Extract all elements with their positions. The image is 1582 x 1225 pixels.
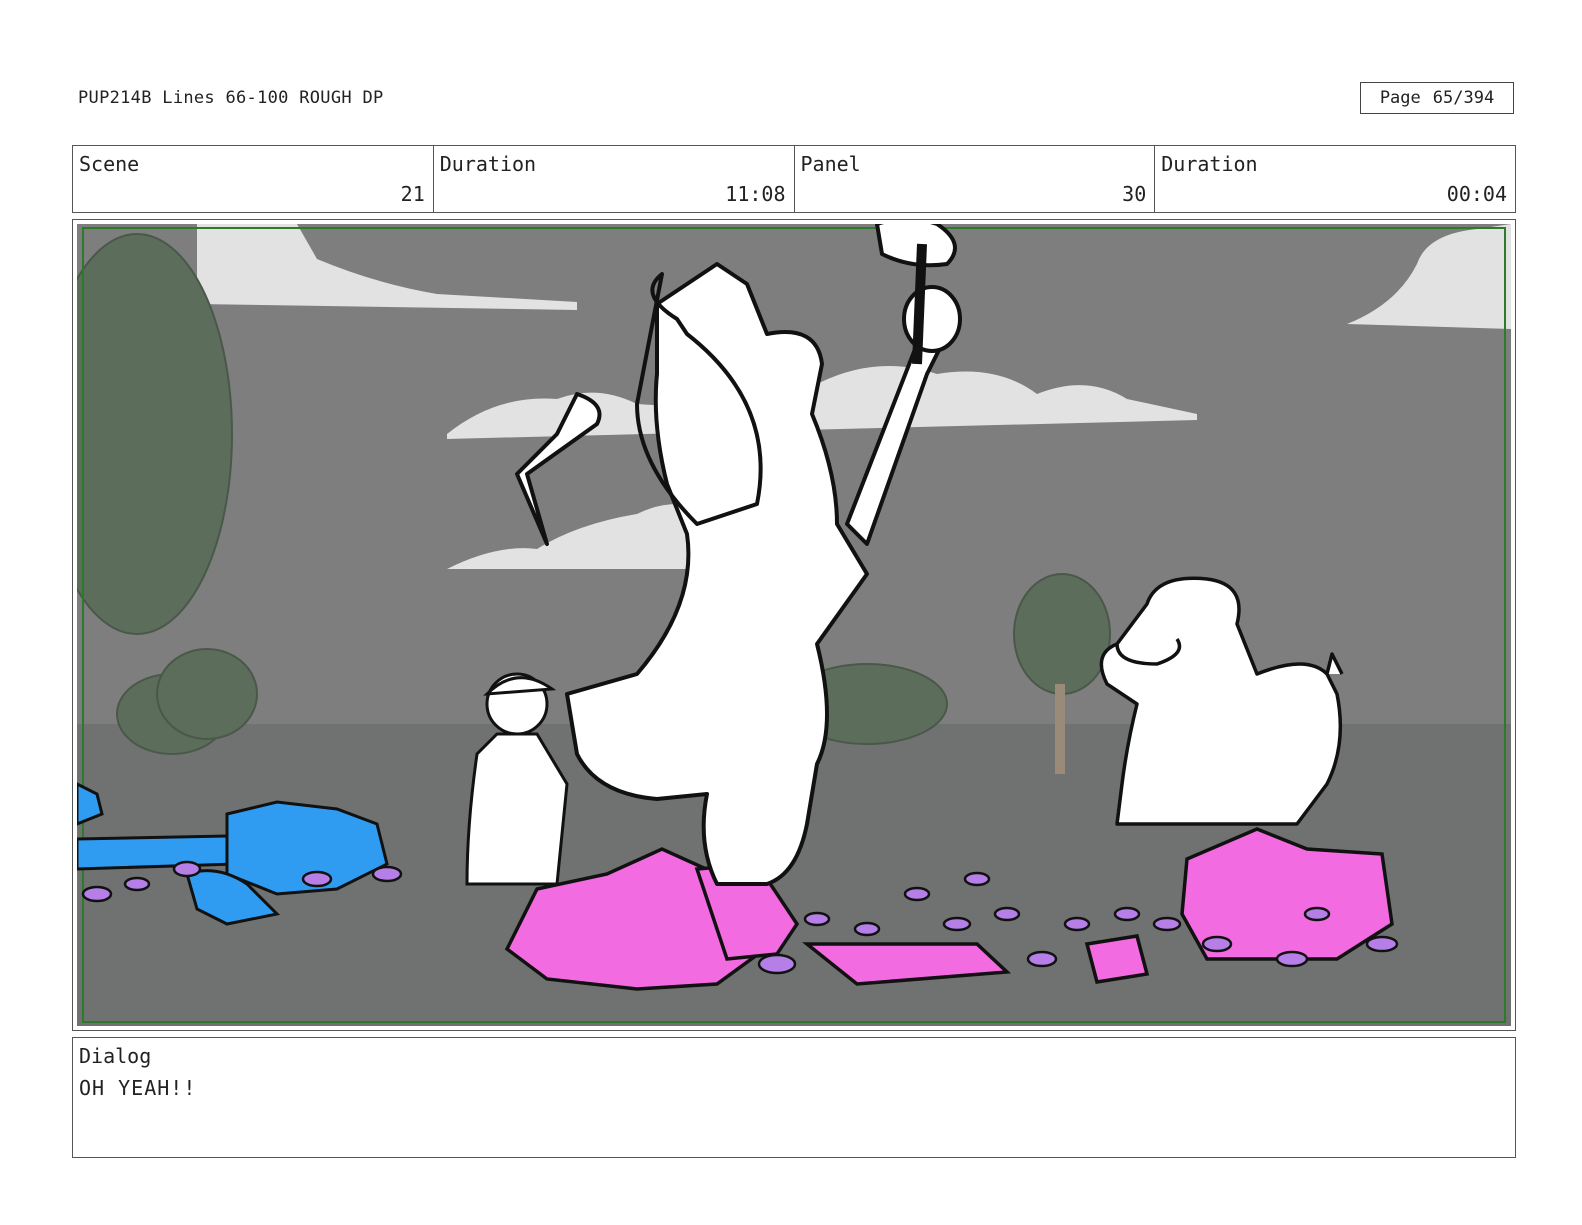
scene-duration-label: Duration	[439, 152, 537, 176]
scene-duration-cell: Duration 11:08	[434, 146, 795, 212]
scene-value: 21	[400, 182, 425, 206]
panel-duration-label: Duration	[1161, 152, 1258, 176]
panel-duration-cell: Duration 00:04	[1155, 146, 1515, 212]
panel-value: 30	[1122, 182, 1147, 206]
storyboard-panel-frame	[72, 219, 1516, 1031]
page-indicator: Page 65/394	[1360, 82, 1514, 114]
storyboard-panel-image	[77, 224, 1511, 1026]
scene-label: Scene	[79, 152, 140, 176]
panel-illustration	[77, 224, 1511, 1026]
scene-duration-value: 11:08	[725, 182, 786, 206]
document-title: PUP214B Lines 66-100 ROUGH DP	[78, 88, 384, 108]
dialog-text: OH YEAH!!	[79, 1076, 197, 1100]
dialog-label: Dialog	[79, 1044, 152, 1068]
panel-label: Panel	[800, 152, 861, 176]
page-number: 65/394	[1432, 88, 1495, 108]
panel-duration-value: 00:04	[1446, 182, 1507, 206]
panel-cell: Panel 30	[795, 146, 1156, 212]
dialog-box: Dialog OH YEAH!!	[72, 1037, 1516, 1158]
page-label: Page	[1379, 88, 1421, 108]
panel-info-row: Scene 21 Duration 11:08 Panel 30 Duratio…	[72, 145, 1516, 213]
scene-cell: Scene 21	[73, 146, 434, 212]
